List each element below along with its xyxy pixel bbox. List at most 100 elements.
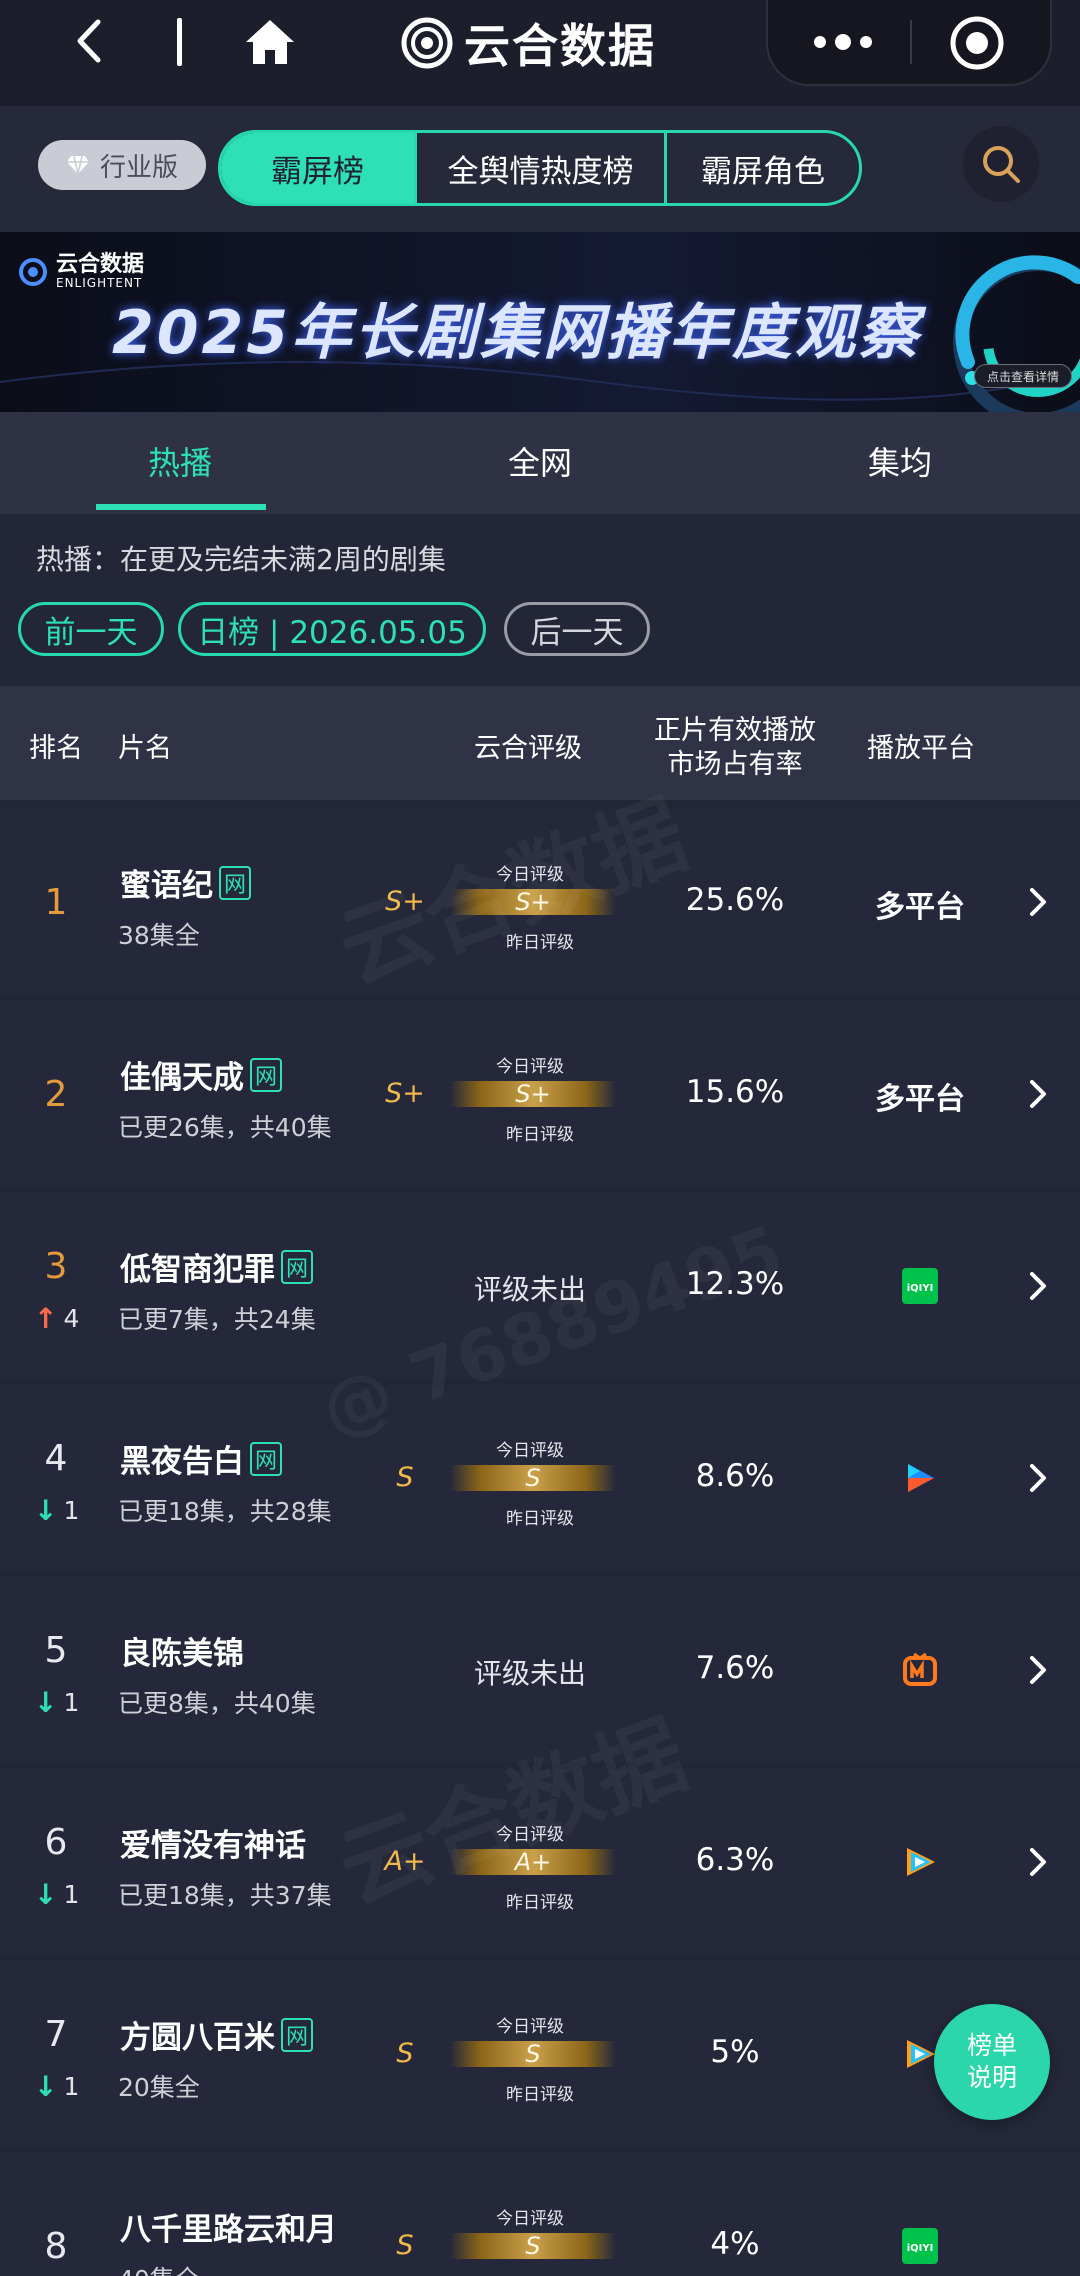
edition-label: 行业版	[99, 152, 178, 183]
grade-not-available: 评级未出	[473, 1273, 586, 1306]
episode-status: 已更18集，共28集	[118, 1497, 332, 1526]
next-day-button[interactable]: 后一天	[504, 602, 650, 656]
market-share: 15.6%	[685, 1074, 785, 1110]
youku-icon	[902, 1460, 938, 1496]
rank-change-value: 1	[63, 2072, 80, 2101]
grade-not-available: 评级未出	[473, 1657, 586, 1690]
chevron-left-icon[interactable]	[66, 16, 116, 66]
chevron-right-icon[interactable]	[1026, 1652, 1050, 1688]
arrow-down-icon: ↓	[34, 1686, 58, 1719]
edition-badge[interactable]: 行业版	[38, 140, 206, 190]
show-title: 蜜语纪网	[120, 860, 251, 905]
episode-status: 已更7集，共24集	[118, 1305, 316, 1334]
chevron-right-icon[interactable]	[1026, 1076, 1050, 1112]
show-title-text: 低智商犯罪	[120, 1252, 275, 1288]
ranking-explanation-button[interactable]: 榜单 说明	[934, 2004, 1050, 2120]
tab-public-opinion-heat[interactable]: 全舆情热度榜	[414, 133, 664, 203]
rank-number: 4	[44, 1438, 68, 1479]
show-title-text: 八千里路云和月	[120, 2212, 337, 2248]
banner-ring-graphic	[953, 255, 1080, 412]
today-grade-label: 今日评级	[496, 865, 564, 885]
top-nav-bar: 云合数据	[0, 0, 1080, 106]
tab-baping-roles[interactable]: 霸屏角色	[664, 133, 859, 203]
grade-today-value: S	[525, 2040, 541, 2068]
show-title: 低智商犯罪网	[120, 1244, 313, 1289]
table-row[interactable]: 6 ↓ 1 爱情没有神话 已更18集，共37集 A+ 今日评级 A+ 昨日评级 6.3%	[0, 1770, 1080, 1954]
web-drama-badge: 网	[281, 1249, 313, 1284]
tab-bapingbang[interactable]: 霸屏榜	[221, 133, 414, 203]
chevron-right-icon[interactable]	[1026, 1460, 1050, 1496]
tab-per-episode[interactable]: 集均	[868, 438, 932, 484]
web-drama-badge: 网	[250, 1441, 282, 1476]
more-dots-icon[interactable]	[808, 22, 878, 62]
prev-day-button[interactable]: 前一天	[18, 602, 164, 656]
table-row[interactable]: 7 ↓ 1 方圆八百米网 20集全 S 今日评级 S 昨日评级 5%	[0, 1962, 1080, 2146]
rank-change-value: 1	[63, 1688, 80, 1717]
active-tab-indicator	[96, 504, 266, 510]
banner-detail-button[interactable]: 点击查看详情	[974, 364, 1072, 388]
rank-number: 8	[44, 2226, 68, 2267]
grade-today-value: S+	[515, 1080, 551, 1108]
search-button[interactable]	[963, 126, 1039, 202]
show-title: 良陈美锦	[120, 1628, 244, 1673]
arrow-down-icon: ↓	[34, 1494, 58, 1527]
episode-status: 40集全	[118, 2260, 200, 2276]
web-drama-badge: 网	[250, 1057, 282, 1092]
promo-banner[interactable]: 云合数据 ENLIGHTENT 2025年长剧集网播年度观察 点击查看详情	[0, 232, 1080, 412]
sub-tabs: 热播 全网 集均	[0, 412, 1080, 514]
table-row[interactable]: 3 ↑ 4 低智商犯罪网已更7集，共24集 评级未出 12.3% iQIYI	[0, 1194, 1080, 1378]
fab-line2: 说明	[966, 2063, 1017, 2092]
table-row[interactable]: 5 ↓ 1 良陈美锦 已更8集，共40集 评级未出 7.6%	[0, 1578, 1080, 1762]
banner-logo-icon	[19, 258, 47, 286]
rank-number: 3	[44, 1246, 68, 1287]
rank-number: 7	[44, 2014, 68, 2055]
grade-yesterday-side: S+	[385, 886, 425, 917]
chevron-right-icon[interactable]	[1026, 1844, 1050, 1880]
grade-bar: S+	[450, 888, 616, 916]
rank-change: ↓ 1	[34, 1878, 79, 1911]
grade-today-value: S+	[515, 888, 551, 916]
target-close-icon[interactable]	[948, 14, 1006, 72]
today-grade-label: 今日评级	[496, 2209, 564, 2229]
rank-change: ↑ 4	[34, 1302, 79, 1335]
home-icon[interactable]	[242, 16, 298, 68]
date-selector[interactable]: 日榜 | 2026.05.05	[178, 602, 486, 656]
table-row[interactable]: 4 ↓ 1 黑夜告白网已更18集，共28集 S 今日评级 S 昨日评级 8.6%	[0, 1386, 1080, 1570]
show-title: 佳偶天成网	[120, 1052, 282, 1097]
svg-text:iQIYI: iQIYI	[907, 2243, 934, 2254]
ranking-type-bar: 行业版 霸屏榜 全舆情热度榜 霸屏角色	[0, 106, 1080, 232]
iqiyi-icon: iQIYI	[902, 1268, 938, 1304]
tab-hot[interactable]: 热播	[148, 438, 212, 484]
yesterday-grade-label: 昨日评级	[506, 2085, 574, 2105]
banner-title: 2025年长剧集网播年度观察	[112, 298, 921, 368]
list-description: 热播：在更及完结未满2周的剧集	[36, 543, 446, 576]
header-platform: 播放平台	[867, 733, 975, 764]
table-row[interactable]: 8 八千里路云和月 40集全 S 今日评级 S 昨日评级 4% iQIYI	[0, 2154, 1080, 2276]
web-drama-badge: 网	[281, 2017, 313, 2052]
grade-bar: A+	[450, 1848, 616, 1876]
yesterday-grade-label: 昨日评级	[506, 1893, 574, 1913]
grade-yesterday-side: S	[396, 2038, 414, 2069]
app-logo-icon	[401, 17, 453, 69]
chevron-right-icon[interactable]	[1026, 1268, 1050, 1304]
tencent-video-icon	[902, 2036, 938, 2072]
tab-all-network[interactable]: 全网	[508, 438, 572, 484]
table-row[interactable]: 1 蜜语纪网 38集全 S+ 今日评级 S+ 昨日评级 25.6% 多平台	[0, 810, 1080, 994]
today-grade-label: 今日评级	[496, 1441, 564, 1461]
show-title: 爱情没有神话	[120, 1820, 306, 1865]
rank-change-value: 1	[63, 1880, 80, 1909]
episode-status: 38集全	[118, 921, 200, 950]
today-grade-label: 今日评级	[496, 1057, 564, 1077]
banner-logo-text: 云合数据	[56, 252, 145, 277]
app-title-text: 云合数据	[464, 19, 656, 73]
today-grade-label: 今日评级	[496, 2017, 564, 2037]
search-icon	[983, 146, 1020, 183]
rank-change-value: 1	[63, 1496, 80, 1525]
table-row[interactable]: 2 佳偶天成网已更26集，共40集 S+ 今日评级 S+ 昨日评级 15.6% 多平台	[0, 1002, 1080, 1186]
chevron-right-icon[interactable]	[1026, 884, 1050, 920]
show-title-text: 佳偶天成	[120, 1060, 244, 1096]
diamond-icon	[66, 155, 89, 175]
grade-bar: S	[450, 2232, 616, 2260]
grade-bar: S+	[450, 1080, 616, 1108]
rank-change: ↓ 1	[34, 2070, 79, 2103]
